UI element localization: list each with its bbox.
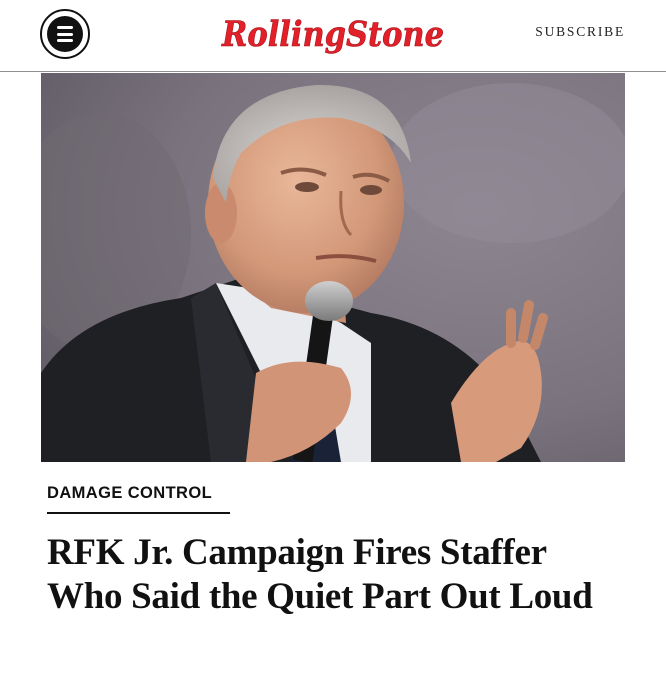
menu-button[interactable] xyxy=(40,9,90,59)
category-underline xyxy=(47,512,230,514)
subscribe-link[interactable]: SUBSCRIBE xyxy=(535,24,625,40)
article-headline[interactable]: RFK Jr. Campaign Fires Staffer Who Said … xyxy=(47,531,627,619)
logo-text: RollingStone xyxy=(221,14,444,55)
article-category[interactable]: DAMAGE CONTROL xyxy=(47,484,212,503)
hero-image xyxy=(41,73,625,462)
hamburger-menu-icon xyxy=(47,16,83,52)
site-header: RollingStone SUBSCRIBE xyxy=(0,0,666,72)
rolling-stone-logo[interactable]: RollingStone xyxy=(220,8,446,60)
